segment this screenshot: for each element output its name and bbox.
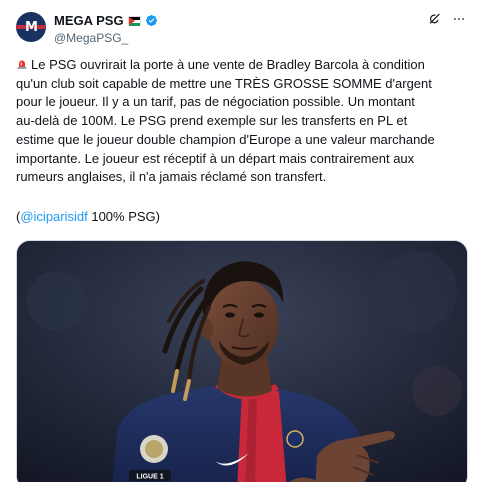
mention-link[interactable]: @iciparisidf <box>20 209 87 224</box>
tweet-card[interactable]: M MEGA PSG @MegaPSG_ Le PSG ouvrirait la… <box>0 0 480 482</box>
verified-badge-icon[interactable] <box>145 14 158 27</box>
tweet-source: (@iciparisidf 100% PSG) <box>16 209 160 224</box>
tweet-line: qu'un club soit capable de mettre une TR… <box>16 75 432 91</box>
author-name[interactable]: MEGA PSG <box>54 13 124 28</box>
palestine-flag-icon <box>127 15 141 26</box>
tweet-line: au-delà de 100M. Le PSG prend exemple su… <box>16 113 408 129</box>
tweet-text: Le PSG ouvrirait la porte à une vente de… <box>16 56 470 187</box>
tweet-line: estime que le joueur double champion d'E… <box>16 131 435 147</box>
tweet-line: pour le joueur. Il y a un tarif, pas de … <box>16 94 415 110</box>
tweet-media-photo[interactable]: LIGUE 1 <box>16 240 468 482</box>
tweet-line: importante. Le joueur est réceptif à un … <box>16 150 415 166</box>
tweet-header: MEGA PSG @MegaPSG_ <box>54 11 158 45</box>
tweet-actions <box>428 12 466 26</box>
rotating-light-icon <box>17 60 27 69</box>
author-handle[interactable]: @MegaPSG_ <box>54 31 158 45</box>
tweet-line: Le PSG ouvrirait la porte à une vente de… <box>16 56 470 75</box>
avatar-letter: M <box>25 19 38 35</box>
avatar[interactable]: M <box>16 12 46 42</box>
player-photo: LIGUE 1 <box>17 241 467 482</box>
name-row: MEGA PSG <box>54 11 158 29</box>
grok-icon[interactable] <box>428 12 442 26</box>
ligue-1-patch: LIGUE 1 <box>136 474 163 481</box>
tweet-line: rumeurs anglaises, il n'a jamais réclamé… <box>16 169 327 185</box>
more-options-icon[interactable] <box>452 12 466 26</box>
